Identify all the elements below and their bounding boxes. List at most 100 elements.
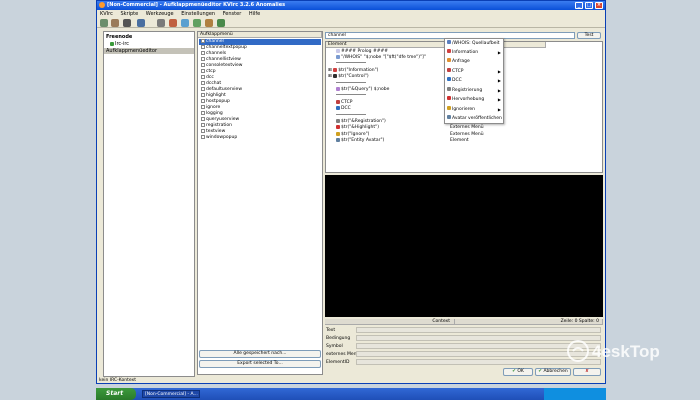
popup-icon bbox=[201, 135, 205, 139]
tools-icon[interactable] bbox=[157, 19, 165, 27]
about-icon[interactable] bbox=[217, 19, 225, 27]
ctx-item-highlight[interactable]: Hervorhebung ▶ bbox=[447, 95, 503, 105]
details-header-left: Context bbox=[325, 319, 455, 325]
symbol-field[interactable] bbox=[356, 343, 601, 349]
ctcp-icon bbox=[447, 68, 451, 72]
ctcp-icon bbox=[336, 99, 340, 104]
popup-icon bbox=[201, 57, 205, 61]
main-window: [Non-Commercial] - Aufklappmenüeditor KV… bbox=[96, 0, 606, 384]
popup-icon bbox=[201, 111, 205, 115]
tree-channel-label: Irc-irc bbox=[115, 41, 130, 47]
taskbar-app-button[interactable]: [Non-Commercial] - A... bbox=[142, 390, 200, 398]
ctx-item-avatar[interactable]: Avatar veröffentlichen bbox=[447, 114, 503, 124]
context-menu: /WHOIS: Quellaufbeit Information ▶ Anfrag… bbox=[444, 38, 504, 124]
status-bar: kein IRC-Kontext bbox=[99, 378, 136, 383]
menu-bar: KVIrc Skripte Werkzeuge Einstellungen Fe… bbox=[97, 10, 605, 18]
cancel-button[interactable]: ✔ Abbrechen bbox=[535, 368, 571, 376]
separator-line bbox=[336, 113, 366, 115]
label-external-menu: externes Menü bbox=[326, 352, 360, 357]
popup-icon bbox=[201, 105, 205, 109]
server-icon[interactable] bbox=[111, 19, 119, 27]
save-all-button[interactable]: Alle gespeichert nach... bbox=[199, 350, 321, 358]
palette-icon[interactable] bbox=[205, 19, 213, 27]
text-field[interactable] bbox=[356, 327, 601, 333]
svg-text:4eskTop: 4eskTop bbox=[592, 342, 660, 361]
system-tray bbox=[544, 388, 606, 400]
test-button[interactable]: Test bbox=[577, 32, 601, 39]
popup-icon bbox=[201, 51, 205, 55]
popup-icon bbox=[201, 63, 205, 67]
heart-icon bbox=[447, 96, 451, 100]
popup-icon bbox=[201, 87, 205, 91]
popup-icon bbox=[201, 81, 205, 85]
menu-kvirc[interactable]: KVIrc bbox=[97, 10, 116, 18]
ctx-item-dcc[interactable]: DCC ▶ bbox=[447, 76, 503, 86]
avatar-icon bbox=[336, 138, 340, 143]
export-selected-button[interactable]: Export selected To... bbox=[199, 360, 321, 368]
plugin-icon[interactable] bbox=[193, 19, 201, 27]
popup-list: channel channeltextpopup channels channe… bbox=[199, 39, 321, 141]
label-text: Text bbox=[326, 328, 336, 333]
channel-icon bbox=[110, 42, 114, 46]
menu-werkzeuge[interactable]: Werkzeuge bbox=[143, 10, 177, 18]
ok-button[interactable]: ✔ OK bbox=[503, 368, 533, 376]
query-icon bbox=[336, 87, 340, 92]
separator-line bbox=[336, 94, 366, 96]
menu-hilfe[interactable]: Hilfe bbox=[246, 10, 263, 18]
preview-area bbox=[325, 175, 603, 317]
popup-icon bbox=[201, 75, 205, 79]
window-title: [Non-Commercial] - Aufklappmenüeditor KV… bbox=[107, 2, 286, 8]
popup-icon bbox=[201, 99, 205, 103]
warning-icon bbox=[447, 106, 451, 110]
window-icon[interactable] bbox=[181, 19, 189, 27]
extra-button[interactable]: ✘ bbox=[573, 368, 601, 376]
toolbar bbox=[97, 18, 605, 28]
table-row[interactable]: $tr("Entity Avatar") Element bbox=[326, 137, 546, 143]
taskbar: Start [Non-Commercial] - A... bbox=[96, 388, 606, 400]
watermark-logo: 4eskTop bbox=[567, 340, 660, 362]
popup-list-panel: Aufklappmenü channel channeltextpopup ch… bbox=[197, 31, 323, 375]
element-id-field[interactable] bbox=[356, 359, 601, 365]
external-menu-field[interactable] bbox=[356, 351, 601, 357]
list-item[interactable]: windowpopup bbox=[199, 135, 321, 141]
tree-editor[interactable]: Aufklappmenüeditor bbox=[104, 48, 194, 54]
popup-items-grid: #### Prolog ####Prolog "/WHOIS" "$;nobe … bbox=[326, 48, 546, 144]
popup-icon bbox=[201, 123, 205, 127]
options-icon[interactable] bbox=[123, 19, 131, 27]
minimize-button[interactable]: _ bbox=[575, 2, 583, 9]
menu-fenster[interactable]: Fenster bbox=[220, 10, 245, 18]
separator-line bbox=[336, 62, 366, 64]
connect-icon[interactable] bbox=[100, 19, 108, 27]
submenu-arrow-icon: ▶ bbox=[497, 78, 501, 83]
label-element-id: ElementID bbox=[326, 360, 350, 365]
server-tree: Freenode Irc-irc Aufklappmenüeditor bbox=[103, 31, 195, 377]
popup-list-header: Aufklappmenü bbox=[198, 32, 322, 38]
expand-icon[interactable]: ⊞ bbox=[328, 68, 332, 73]
query-icon bbox=[447, 58, 451, 62]
control-icon bbox=[333, 74, 338, 79]
item-icon bbox=[336, 55, 340, 60]
separator-line bbox=[336, 81, 366, 83]
label-condition: Bedingung bbox=[326, 336, 351, 341]
tree-network[interactable]: Freenode bbox=[106, 34, 132, 40]
extra-x-icon: ✘ bbox=[585, 369, 589, 374]
maximize-button[interactable]: □ bbox=[585, 2, 593, 9]
menu-skripte[interactable]: Skripte bbox=[117, 10, 141, 18]
details-header-right: Zeile: 0 Spalte: 0 bbox=[455, 319, 603, 325]
start-button[interactable]: Start bbox=[96, 388, 136, 400]
ctx-item-query[interactable]: Anfrage bbox=[447, 57, 503, 67]
menu-einstellungen[interactable]: Einstellungen bbox=[178, 10, 218, 18]
info-icon bbox=[333, 67, 338, 72]
expand-icon[interactable]: ⊞ bbox=[328, 74, 332, 79]
close-button[interactable]: × bbox=[595, 2, 603, 9]
condition-field[interactable] bbox=[356, 335, 601, 341]
submenu-arrow-icon: ▶ bbox=[497, 97, 501, 102]
popup-icon bbox=[201, 129, 205, 133]
script-icon[interactable] bbox=[137, 19, 145, 27]
tree-channel[interactable]: Irc-irc bbox=[110, 41, 129, 47]
label-symbol: Symbol bbox=[326, 344, 343, 349]
whois-icon bbox=[447, 40, 451, 44]
avatar-icon bbox=[447, 115, 451, 119]
user-icon[interactable] bbox=[169, 19, 177, 27]
title-bar[interactable]: [Non-Commercial] - Aufklappmenüeditor KV… bbox=[97, 1, 605, 10]
